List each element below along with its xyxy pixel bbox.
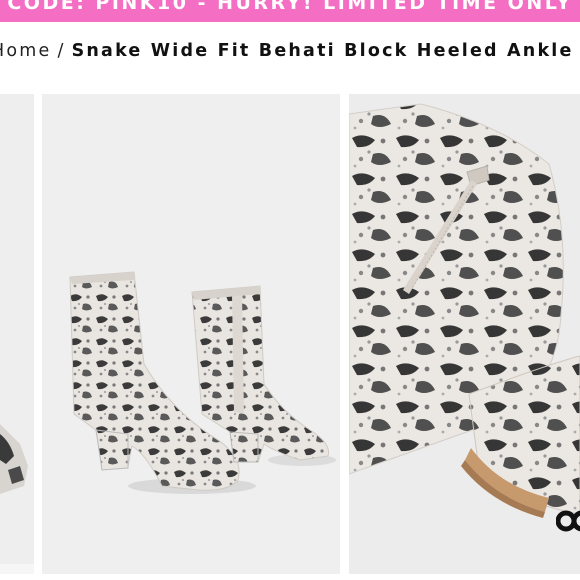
boot-side-illustration [0, 94, 34, 574]
zoom-icon[interactable] [555, 507, 580, 535]
product-page: CODE: PINK10 - HURRY! LIMITED TIME ONLY … [0, 0, 580, 580]
breadcrumb-current: Snake Wide Fit Behati Block Heeled Ankle… [71, 41, 580, 61]
boot-closeup-illustration [349, 94, 580, 574]
breadcrumb-separator: / [57, 41, 66, 61]
gallery-image-2[interactable] [42, 94, 340, 574]
promo-banner[interactable]: CODE: PINK10 - HURRY! LIMITED TIME ONLY [0, 0, 580, 22]
breadcrumb-home-link[interactable]: Home [0, 41, 51, 61]
zoom-icon-glyph [555, 510, 580, 532]
gallery-image-1[interactable] [0, 94, 34, 574]
boot-pair-illustration [42, 94, 340, 574]
promo-text: CODE: PINK10 - HURRY! LIMITED TIME ONLY [7, 0, 573, 14]
gallery-image-3[interactable] [349, 94, 580, 574]
breadcrumb: Home /Snake Wide Fit Behati Block Heeled … [0, 41, 580, 61]
